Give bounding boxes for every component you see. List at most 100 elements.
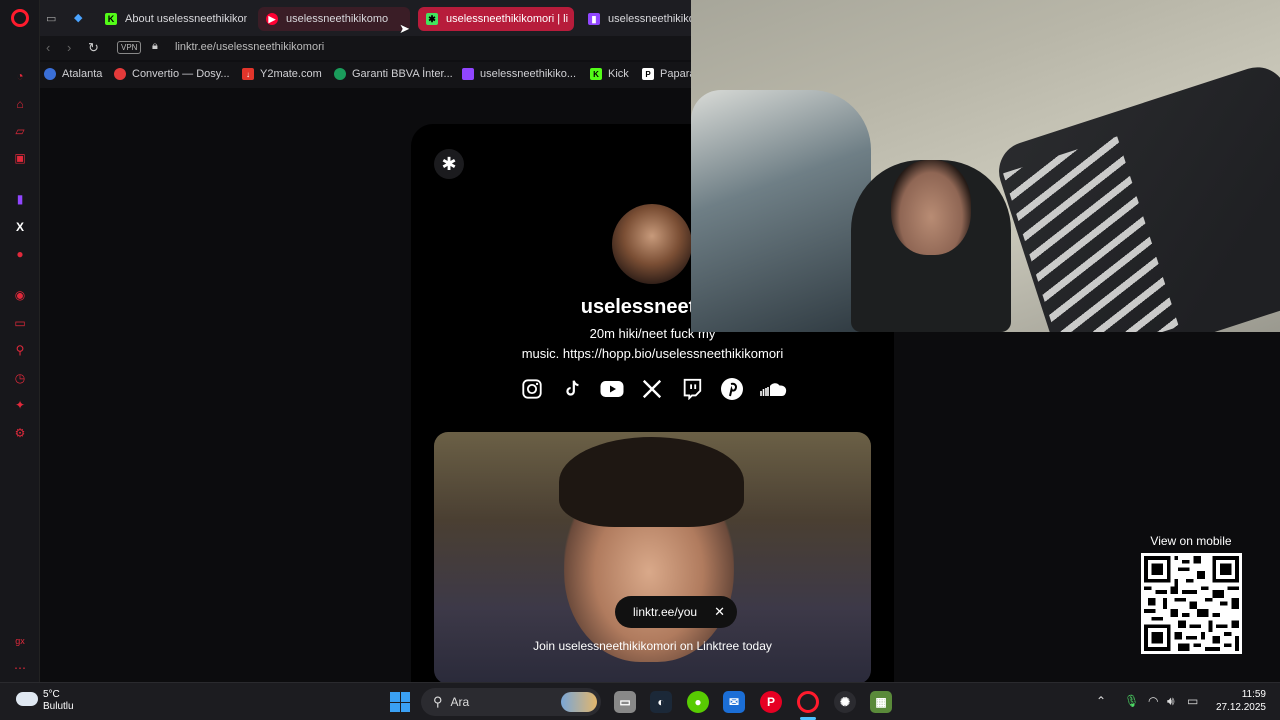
pinterest-icon[interactable] (719, 376, 745, 402)
reload-button[interactable]: ↻ (88, 40, 99, 56)
search-placeholder: Ara (450, 695, 470, 709)
qr-title: View on mobile (1150, 534, 1232, 548)
extensions-icon[interactable]: ✦ (13, 398, 27, 412)
tab-label: uselessneethikikomori | li (446, 13, 569, 25)
aria-icon[interactable]: ◔ (13, 69, 27, 83)
weather-temp: 5°C (43, 689, 60, 700)
ublock-icon[interactable]: ● (13, 247, 27, 261)
forward-button[interactable]: › (67, 40, 71, 55)
history-icon[interactable]: ◷ (13, 371, 27, 385)
x-icon[interactable] (639, 376, 665, 402)
chevron-up-icon[interactable]: ⌃ (1096, 694, 1106, 708)
claim-username-text: linktr.ee/you (633, 605, 698, 619)
battery-icon[interactable]: ▭ (1187, 694, 1198, 708)
bookmark-favicon-icon (114, 68, 126, 80)
steam-icon[interactable]: ◐ (650, 691, 672, 713)
bookmark-favicon-icon: P (642, 68, 654, 80)
tab-linktree[interactable]: ✱ uselessneethikikomori | li (418, 7, 574, 31)
youtube-icon[interactable] (599, 376, 625, 402)
search-highlight-icon (561, 692, 597, 712)
gem-icon[interactable]: ◆ (74, 11, 82, 24)
tab-label: uselessneethikikom (608, 13, 691, 25)
more-icon[interactable]: ⋯ (13, 661, 27, 675)
chatgpt-icon[interactable]: ✺ (834, 691, 856, 713)
opera-logo-icon[interactable] (11, 9, 29, 27)
workspace-icon[interactable]: ⌂ (13, 97, 27, 111)
outlook-icon[interactable]: ✉ (723, 691, 745, 713)
profile-hero-image[interactable]: linktr.ee/you ✕ Join uselessneethikikomo… (434, 432, 871, 684)
tab-island-icon[interactable]: ▭ (46, 12, 56, 25)
duolingo-icon[interactable]: ● (687, 691, 709, 713)
pin-icon[interactable]: ⚲ (13, 343, 27, 357)
hero-hair (559, 437, 744, 527)
bookmark-item[interactable]: P Papara (642, 68, 695, 80)
volume-icon[interactable]: 🔊︎ (1167, 694, 1175, 709)
pinboard-icon[interactable]: ▱ (13, 124, 27, 138)
wifi-icon[interactable]: ◠ (1148, 694, 1158, 708)
opera-sidebar: ◔ ⌂ ▱ ▣ ▮ X ● ◉ ▭ ⚲ ◷ ✦ ⚙ gx ⋯ (0, 0, 40, 682)
tab-about[interactable]: K About uselessneethikikom (97, 7, 247, 31)
soundcloud-icon[interactable] (759, 376, 789, 402)
file-explorer-icon[interactable]: ▭ (614, 691, 636, 713)
cloud-icon[interactable] (16, 692, 38, 706)
bookmark-favicon-icon (462, 68, 474, 80)
bookmark-favicon-icon: K (590, 68, 602, 80)
qr-code-icon (1144, 556, 1239, 651)
pinterest-app-icon[interactable]: P (760, 691, 782, 713)
weather-widget[interactable]: 5°C Bulutlu (43, 689, 74, 713)
music-player-icon[interactable]: ◉ (13, 288, 27, 302)
webcam-clothes-pile (691, 90, 871, 332)
tab-youtube[interactable]: ▶ uselessneethikikomo (258, 7, 410, 31)
settings-icon[interactable]: ⚙ (13, 426, 27, 440)
wallet-icon[interactable]: ▭ (13, 316, 27, 330)
close-icon[interactable]: ✕ (714, 604, 725, 620)
taskbar-search[interactable]: ⚲ Ara (421, 688, 601, 716)
twitch-sidebar-icon[interactable]: ▮ (13, 192, 27, 206)
screen: { "browser": { "tabs": [ {"label": "Abou… (0, 0, 1280, 720)
profile-bio-link[interactable]: music. https://hopp.bio/uselessneethikik… (411, 344, 894, 364)
x-sidebar-icon[interactable]: X (13, 220, 27, 234)
bookmarks-bar: Atalanta Convertio — Dosy... ↓ Y2mate.com… (40, 62, 695, 88)
linktree-logo-icon[interactable]: ✱ (434, 149, 464, 179)
tiktok-icon[interactable] (559, 376, 585, 402)
join-linktree-link[interactable]: Join uselessneethikikomori on Linktree t… (434, 639, 871, 653)
system-clock[interactable]: 11:59 27.12.2025 (1210, 688, 1266, 714)
youtube-favicon-icon: ▶ (266, 13, 278, 25)
url-field[interactable]: linktr.ee/uselessneethikikomori (175, 41, 324, 53)
bookmark-item[interactable]: K Kick (590, 68, 629, 80)
tab-twitch[interactable]: ▮ uselessneethikikom (580, 7, 691, 31)
avatar (612, 204, 692, 284)
opera-gx-icon[interactable] (797, 691, 819, 713)
back-button[interactable]: ‹ (46, 40, 50, 55)
minecraft-icon[interactable]: ▦ (870, 691, 892, 713)
bookmark-item[interactable]: uselessneethikiko... (462, 68, 576, 80)
tab-label: uselessneethikikomo (286, 13, 389, 25)
tab-label: About uselessneethikikom (125, 13, 247, 25)
lock-icon[interactable]: 🔒︎ (152, 40, 158, 53)
webcam-overlay (691, 0, 1280, 332)
bookmark-favicon-icon (334, 68, 346, 80)
search-icon: ⚲ (433, 694, 443, 709)
clock-time: 11:59 (1241, 689, 1266, 700)
mouse-cursor-icon: ➤ (399, 21, 410, 36)
twitch-icon[interactable] (679, 376, 705, 402)
microphone-icon[interactable]: 🎙︎ (1124, 694, 1139, 708)
kick-favicon-icon: K (105, 13, 117, 25)
instagram-icon[interactable] (519, 376, 545, 402)
start-button-icon[interactable] (390, 692, 410, 712)
weather-desc: Bulutlu (43, 701, 74, 712)
social-icons (519, 376, 789, 406)
vpn-badge[interactable]: VPN (117, 41, 142, 54)
bookmark-item[interactable]: ↓ Y2mate.com (242, 68, 322, 80)
messenger-icon[interactable]: ▣ (13, 151, 27, 165)
bookmark-item[interactable]: Convertio — Dosy... (114, 68, 230, 80)
webcam-person-head (891, 160, 971, 255)
address-bar: ‹ › ↻ VPN 🔒︎ linktr.ee/uselessneethikiko… (40, 36, 691, 60)
bookmark-favicon-icon (44, 68, 56, 80)
claim-username-chip[interactable]: linktr.ee/you ✕ (615, 596, 737, 628)
bookmark-item[interactable]: Garanti BBVA İnter... (334, 68, 453, 80)
bookmark-item[interactable]: Atalanta (44, 68, 102, 80)
bookmark-favicon-icon: ↓ (242, 68, 254, 80)
tab-strip: ▭ ◆ K About uselessneethikikom ▶ useless… (40, 0, 691, 36)
gx-icon[interactable]: gx (13, 634, 27, 648)
